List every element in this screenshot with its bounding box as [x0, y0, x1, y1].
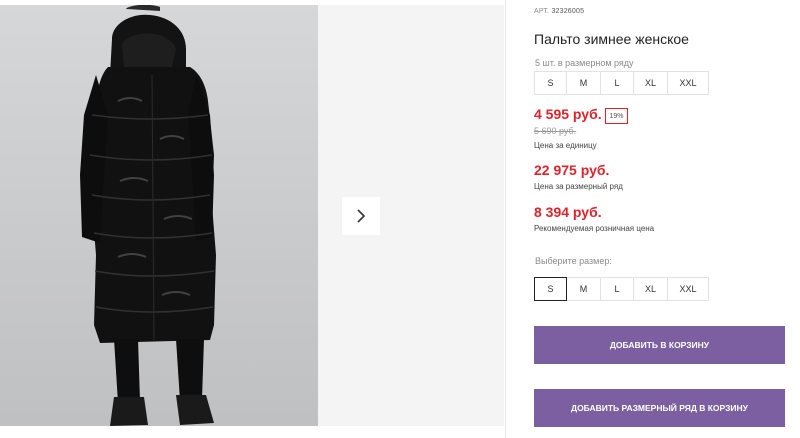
size-select-label: Выберите размер:: [535, 256, 612, 266]
gallery-next-button[interactable]: [342, 197, 380, 235]
add-to-cart-button[interactable]: ДОБАВИТЬ В КОРЗИНУ: [534, 326, 785, 364]
unit-price-caption: Цена за единицу: [534, 141, 597, 150]
size-run-price: 22 975 руб.: [534, 162, 610, 178]
size-option-m[interactable]: M: [566, 277, 601, 301]
unit-price: 4 595 руб.: [534, 106, 602, 122]
size-run-item: XXL: [667, 71, 709, 95]
size-run-hint: 5 шт. в размерном ряду: [535, 58, 634, 68]
chevron-right-icon: [357, 209, 366, 223]
retail-price-caption: Рекомендуемая розничная цена: [534, 224, 655, 233]
article-value: 32326005: [551, 8, 585, 15]
size-option-s[interactable]: S: [534, 277, 567, 301]
old-price: 5 690 руб.: [534, 126, 577, 136]
size-option-xl[interactable]: XL: [633, 277, 668, 301]
retail-price: 8 394 руб.: [534, 204, 602, 220]
article-number: АРТ. 32326005: [534, 8, 584, 15]
product-title: Пальто зимнее женское: [534, 31, 689, 47]
size-option-l[interactable]: L: [600, 277, 634, 301]
add-size-run-to-cart-button[interactable]: ДОБАВИТЬ РАЗМЕРНЫЙ РЯД В КОРЗИНУ: [534, 389, 785, 427]
discount-badge: 19%: [605, 108, 628, 124]
article-label: АРТ.: [534, 8, 550, 15]
size-run-item: XL: [633, 71, 668, 95]
size-run-list: S M L XL XXL: [534, 71, 709, 95]
size-selector: S M L XL XXL: [534, 277, 709, 301]
product-gallery: [0, 0, 505, 438]
column-divider: [505, 0, 506, 438]
model-in-coat-image: [80, 5, 216, 426]
size-run-price-caption: Цена за размерный ряд: [534, 182, 623, 191]
size-run-item: S: [534, 71, 567, 95]
size-run-item: M: [566, 71, 601, 95]
product-photo[interactable]: [0, 5, 318, 426]
size-option-xxl[interactable]: XXL: [667, 277, 709, 301]
size-run-item: L: [600, 71, 634, 95]
